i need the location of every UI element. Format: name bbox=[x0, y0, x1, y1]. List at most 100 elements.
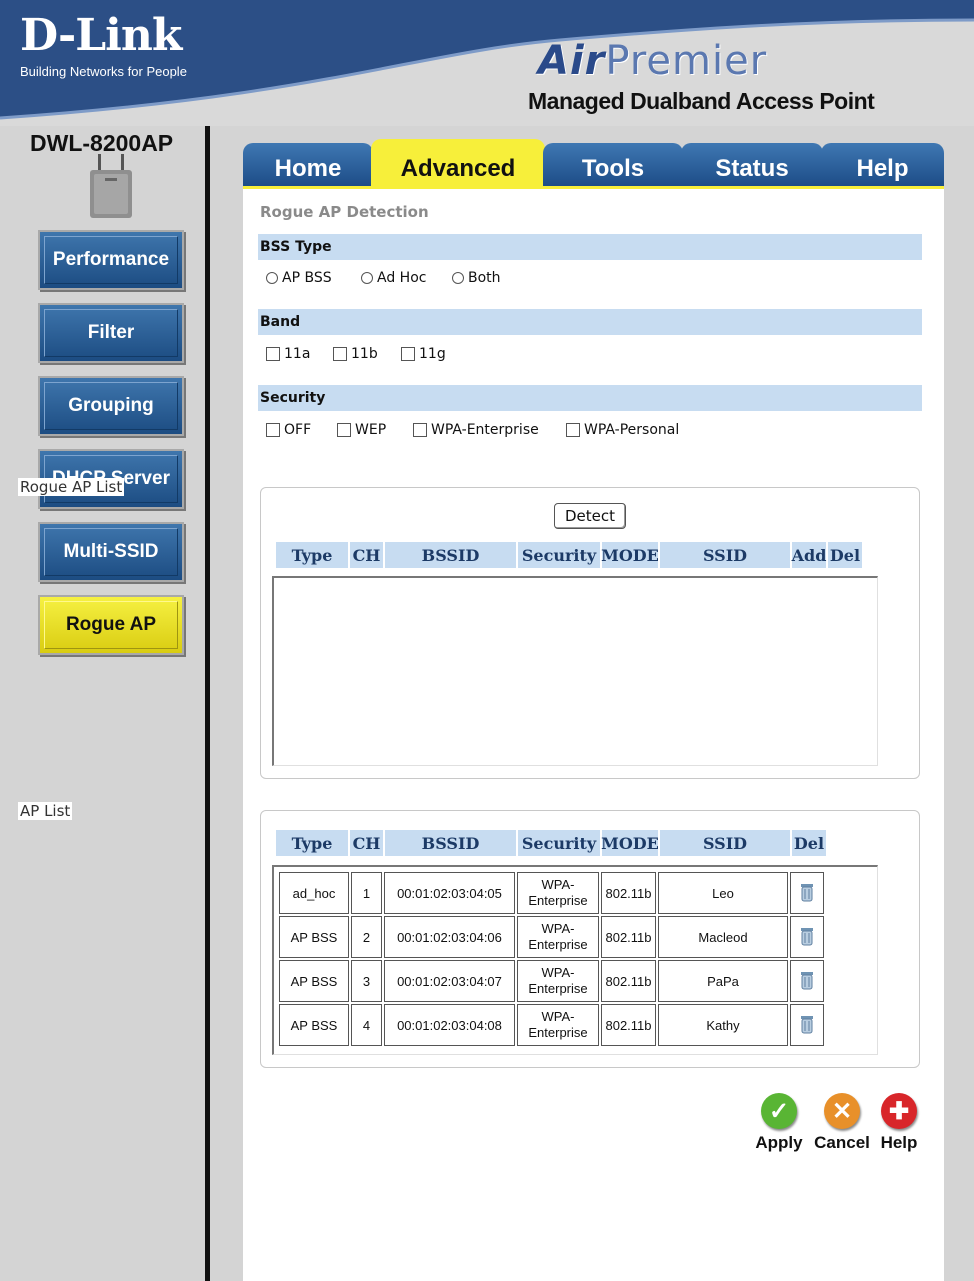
cell-bssid: 00:01:02:03:04:05 bbox=[384, 872, 515, 914]
security-option-off[interactable]: OFF bbox=[266, 422, 311, 438]
radio-button[interactable] bbox=[361, 272, 373, 284]
help-label: Help bbox=[880, 1133, 918, 1152]
cell-mode: 802.11b bbox=[601, 1004, 656, 1046]
tab-tools[interactable]: Tools bbox=[543, 143, 683, 187]
dlink-logo: D-Link bbox=[20, 10, 182, 61]
bss-type-label: BSS Type bbox=[260, 239, 332, 255]
radio-button[interactable] bbox=[266, 272, 278, 284]
logo-tagline: Building Networks for People bbox=[20, 64, 187, 79]
security-line: WPA- bbox=[541, 877, 575, 892]
apply-button[interactable]: ✓ Apply bbox=[753, 1093, 805, 1153]
trash-icon[interactable] bbox=[800, 1014, 814, 1034]
sidebar-divider bbox=[205, 126, 210, 1281]
security-line: WPA- bbox=[541, 965, 575, 980]
ap-col-ssid: SSID bbox=[660, 830, 790, 856]
rogue-col-del: Del bbox=[828, 542, 862, 568]
sidebar-item-grouping[interactable]: Grouping bbox=[38, 376, 184, 436]
cell-mode: 802.11b bbox=[601, 872, 656, 914]
bss-option-ap-bss[interactable]: AP BSS bbox=[266, 270, 332, 286]
cell-ch: 3 bbox=[351, 960, 382, 1002]
cell-mode: 802.11b bbox=[601, 916, 656, 958]
table-row: AP BSS 3 00:01:02:03:04:07 WPA- Enterpris… bbox=[279, 960, 824, 1002]
band-option-11a[interactable]: 11a bbox=[266, 346, 310, 362]
tab-status[interactable]: Status bbox=[681, 143, 823, 187]
product-subtitle: Managed Dualband Access Point bbox=[528, 88, 875, 114]
header: D-Link Building Networks for People AirP… bbox=[0, 0, 974, 126]
checkbox[interactable] bbox=[333, 347, 347, 361]
tab-help[interactable]: Help bbox=[821, 143, 944, 187]
cell-ch: 2 bbox=[351, 916, 382, 958]
brand-air: Air bbox=[538, 38, 606, 84]
ap-col-del: Del bbox=[792, 830, 826, 856]
cell-ssid: Leo bbox=[658, 872, 788, 914]
band-label: Band bbox=[260, 314, 301, 330]
security-option-wep[interactable]: WEP bbox=[337, 422, 386, 438]
rogue-ap-list-area[interactable] bbox=[272, 576, 878, 766]
checkbox[interactable] bbox=[401, 347, 415, 361]
trash-icon[interactable] bbox=[800, 882, 814, 902]
cell-ssid: Kathy bbox=[658, 1004, 788, 1046]
cell-del bbox=[790, 1004, 824, 1046]
band-option-11b[interactable]: 11b bbox=[333, 346, 378, 362]
radio-button[interactable] bbox=[452, 272, 464, 284]
option-label: OFF bbox=[284, 422, 312, 438]
airpremier-brand: AirPremier bbox=[538, 38, 767, 84]
cell-mode: 802.11b bbox=[601, 960, 656, 1002]
cell-type: AP BSS bbox=[279, 960, 349, 1002]
checkbox[interactable] bbox=[266, 423, 280, 437]
checkbox[interactable] bbox=[413, 423, 427, 437]
option-label: 11b bbox=[351, 346, 378, 362]
page-title: Rogue AP Detection bbox=[260, 203, 429, 221]
apply-label: Apply bbox=[755, 1133, 803, 1152]
cell-type: AP BSS bbox=[279, 1004, 349, 1046]
cell-ssid: PaPa bbox=[658, 960, 788, 1002]
rogue-col-type: Type bbox=[276, 542, 348, 568]
sidebar-item-filter[interactable]: Filter bbox=[38, 303, 184, 363]
cell-type: AP BSS bbox=[279, 916, 349, 958]
rogue-col-ch: CH bbox=[350, 542, 383, 568]
rogue-col-mode: MODE bbox=[601, 542, 659, 568]
trash-icon[interactable] bbox=[800, 926, 814, 946]
tab-advanced[interactable]: Advanced bbox=[371, 139, 545, 187]
ap-col-ch: CH bbox=[350, 830, 383, 856]
table-row: AP BSS 2 00:01:02:03:04:06 WPA- Enterpris… bbox=[279, 916, 824, 958]
tab-home[interactable]: Home bbox=[243, 143, 373, 187]
bss-option-ad-hoc[interactable]: Ad Hoc bbox=[361, 270, 426, 286]
checkbox[interactable] bbox=[266, 347, 280, 361]
sidebar-item-multi-ssid[interactable]: Multi-SSID bbox=[38, 522, 184, 582]
cell-security: WPA- Enterprise bbox=[517, 1004, 599, 1046]
option-label: WPA-Enterprise bbox=[431, 422, 539, 438]
rogue-col-ssid: SSID bbox=[660, 542, 790, 568]
security-option-wpa-personal[interactable]: WPA-Personal bbox=[566, 422, 679, 438]
option-label: WEP bbox=[355, 422, 387, 438]
checkmark-icon: ✓ bbox=[761, 1093, 797, 1129]
tab-underline bbox=[243, 186, 944, 189]
security-line: Enterprise bbox=[528, 937, 588, 952]
cell-bssid: 00:01:02:03:04:07 bbox=[384, 960, 515, 1002]
security-option-wpa-enterprise[interactable]: WPA-Enterprise bbox=[413, 422, 539, 438]
plus-icon: ✚ bbox=[881, 1093, 917, 1129]
checkbox[interactable] bbox=[337, 423, 351, 437]
help-button[interactable]: ✚ Help bbox=[878, 1093, 920, 1153]
sidebar-item-label: Filter bbox=[87, 322, 135, 343]
sidebar-item-rogue-ap[interactable]: Rogue AP bbox=[38, 595, 184, 655]
tab-bar: Home Advanced Tools Status Help bbox=[243, 139, 944, 189]
ap-list-title: AP List bbox=[18, 802, 73, 820]
cancel-button[interactable]: ✕ Cancel bbox=[812, 1093, 872, 1153]
rogue-ap-list-title: Rogue AP List bbox=[18, 478, 125, 496]
cell-bssid: 00:01:02:03:04:06 bbox=[384, 916, 515, 958]
detect-button[interactable]: Detect bbox=[554, 503, 626, 529]
cell-security: WPA- Enterprise bbox=[517, 916, 599, 958]
access-point-device-icon bbox=[90, 154, 132, 218]
checkbox[interactable] bbox=[566, 423, 580, 437]
cell-type: ad_hoc bbox=[279, 872, 349, 914]
sidebar-item-performance[interactable]: Performance bbox=[38, 230, 184, 290]
band-header: Band bbox=[258, 309, 922, 335]
bss-option-both[interactable]: Both bbox=[452, 270, 501, 286]
option-label: Both bbox=[468, 270, 501, 286]
cell-ch: 1 bbox=[351, 872, 382, 914]
security-line: Enterprise bbox=[528, 893, 588, 908]
trash-icon[interactable] bbox=[800, 970, 814, 990]
cell-del bbox=[790, 916, 824, 958]
band-option-11g[interactable]: 11g bbox=[401, 346, 446, 362]
